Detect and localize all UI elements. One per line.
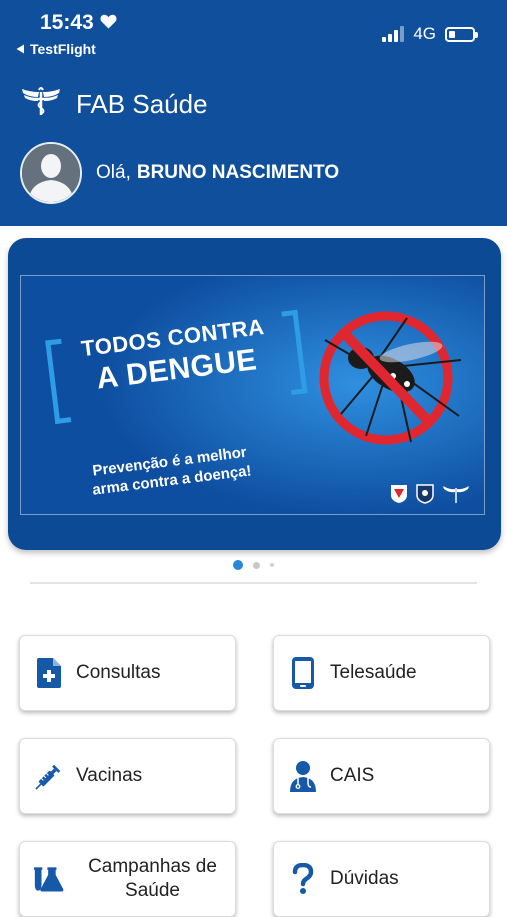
- campanhas-button[interactable]: Campanhas de Saúde: [19, 841, 236, 917]
- campanhas-label-line-1: Campanhas de: [88, 856, 217, 877]
- status-time: 15:43: [40, 11, 117, 35]
- syringe-icon: [34, 759, 64, 793]
- duvidas-label: Dúvidas: [330, 868, 399, 889]
- greeting-prefix: Olá,: [96, 162, 131, 183]
- app-title-row: FAB Saúde: [20, 86, 208, 123]
- avatar[interactable]: [20, 142, 82, 204]
- telesaude-label: Telesaúde: [330, 662, 417, 683]
- user-name: BRUNO NASCIMENTO: [136, 162, 340, 183]
- back-triangle-icon: [16, 41, 25, 57]
- carousel-dots: [0, 560, 507, 570]
- back-app-label: TestFlight: [30, 41, 96, 57]
- status-time-text: 15:43: [40, 11, 94, 34]
- medical-file-icon: [34, 656, 64, 690]
- carousel-dot[interactable]: [270, 563, 274, 567]
- badge-logo-icon: [416, 484, 434, 504]
- consultas-button[interactable]: Consultas: [19, 635, 236, 711]
- fab-wings-logo-icon: [20, 86, 62, 123]
- user-greeting: Olá, BRUNO NASCIMENTO: [20, 142, 339, 204]
- vacinas-button[interactable]: Vacinas: [19, 738, 236, 814]
- question-icon: [288, 862, 318, 896]
- campanhas-label-line-2: Saúde: [125, 880, 180, 901]
- campanhas-label: Campanhas de Saúde: [76, 855, 235, 903]
- cais-button[interactable]: CAIS: [273, 738, 490, 814]
- back-to-app-link[interactable]: TestFlight: [16, 41, 96, 57]
- doctor-icon: [288, 759, 318, 793]
- heart-icon: [100, 11, 117, 35]
- section-divider: [30, 582, 477, 584]
- dengue-campaign-banner[interactable]: TODOS CONTRA A DENGUE Prevenção é a melh…: [8, 238, 501, 550]
- app-header: 15:43 TestFlight 4G FAB Saúde Olá, BRUNO…: [0, 0, 507, 226]
- flask-icon: [34, 862, 64, 896]
- carousel-dot[interactable]: [233, 560, 243, 570]
- app-name: FAB Saúde: [76, 89, 208, 119]
- signal-icon: [382, 26, 405, 42]
- no-mosquito-icon: [319, 311, 462, 445]
- cais-label: CAIS: [330, 765, 375, 786]
- shield-logo-icon: [391, 485, 407, 503]
- telesaude-button[interactable]: Telesaúde: [273, 635, 490, 711]
- consultas-label: Consultas: [76, 662, 161, 683]
- banner-logos: [390, 484, 470, 504]
- vacinas-label: Vacinas: [76, 765, 143, 786]
- carousel-dot[interactable]: [253, 561, 260, 569]
- battery-icon: [445, 26, 478, 42]
- banner-frame: TODOS CONTRA A DENGUE Prevenção é a melh…: [20, 275, 485, 515]
- duvidas-button[interactable]: Dúvidas: [273, 841, 490, 917]
- smartphone-icon: [288, 656, 318, 690]
- network-label: 4G: [413, 24, 436, 43]
- wings-logo-icon: [443, 486, 469, 503]
- user-avatar-icon: [22, 144, 80, 202]
- status-indicators: 4G: [382, 24, 478, 44]
